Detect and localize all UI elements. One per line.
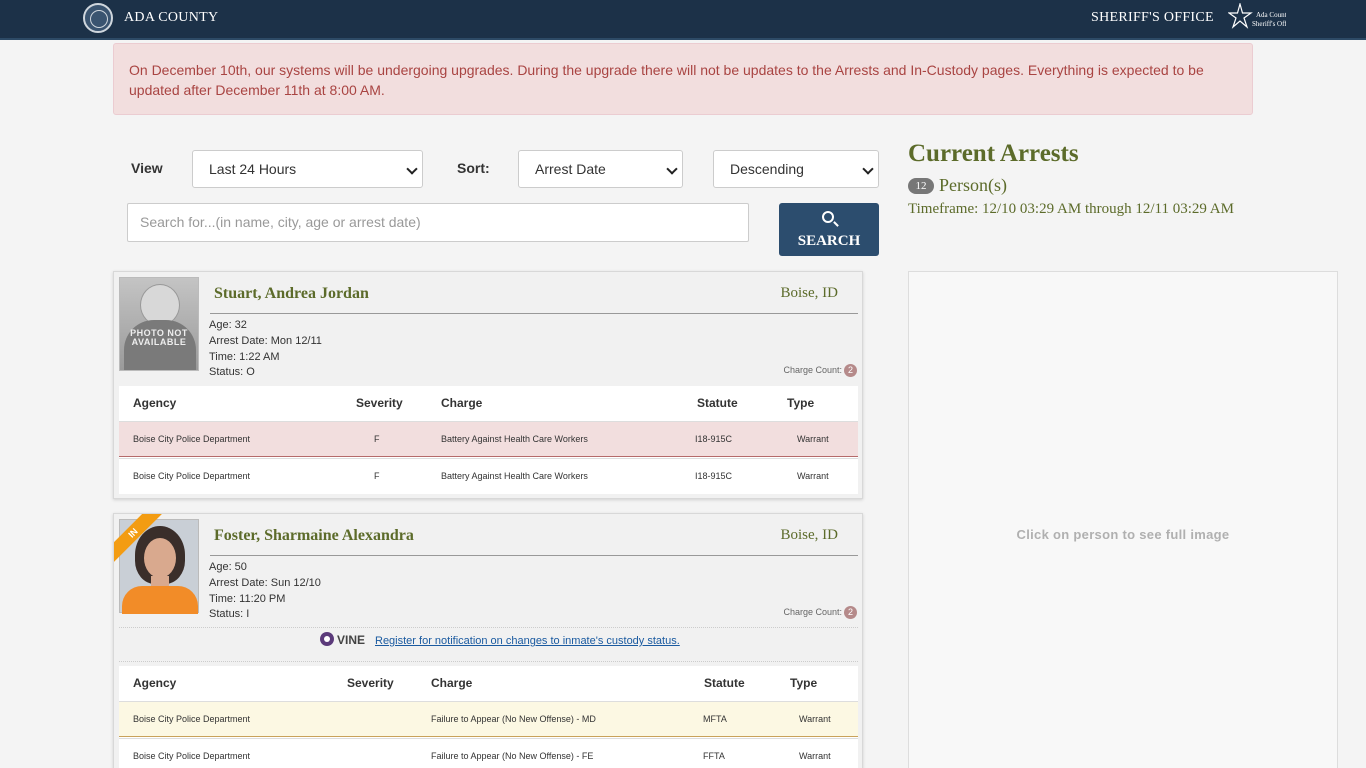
col-agency: Agency [133,676,177,690]
person-time: Time: 11:20 PM [209,593,286,605]
sheriff-star-logo-icon[interactable]: Ada County Sheriff's Office [1228,3,1286,33]
vine-register-link[interactable]: Register for notification on changes to … [375,635,680,647]
person-status: Status: O [209,366,255,378]
cell-type: Warrant [799,714,831,724]
col-severity: Severity [347,676,394,690]
chevron-down-icon [406,163,418,175]
sort-select-value: Arrest Date [535,161,606,177]
person-age: Age: 50 [209,561,247,573]
order-select[interactable]: Descending [713,150,879,188]
divider [119,627,858,628]
view-select-value: Last 24 Hours [209,161,297,177]
person-name: Stuart, Andrea Jordan [214,285,369,302]
vine-brand: VINE [337,633,366,647]
search-input[interactable]: Search for...(in name, city, age or arre… [127,203,749,242]
cell-agency: Boise City Police Department [133,751,251,761]
photo-not-available-image[interactable]: PHOTO NOT AVAILABLE [119,277,199,371]
table-row: Boise City Police Department F Battery A… [119,458,858,494]
view-select[interactable]: Last 24 Hours [192,150,423,188]
col-type: Type [790,676,818,690]
person-name: Foster, Sharmaine Alexandra [214,527,414,544]
col-charge: Charge [441,396,483,410]
divider [210,313,858,314]
person-arrest-date: Arrest Date: Sun 12/10 [209,577,321,589]
timeframe-text: Timeframe: 12/10 03:29 AM through 12/11 … [908,201,1234,217]
divider [210,555,858,556]
search-icon [822,211,834,223]
cell-agency: Boise City Police Department [133,471,251,481]
image-hint: Click on person to see full image [1016,527,1230,542]
ada-county-title[interactable]: ADA COUNTY [124,10,218,26]
person-time: Time: 1:22 AM [209,351,280,363]
charge-count: Charge Count: 2 [783,364,857,377]
svg-text:Sheriff's Office: Sheriff's Office [1252,20,1286,28]
current-arrests-title: Current Arrests [908,140,1079,167]
cell-statute: FFTA [703,751,725,761]
col-severity: Severity [356,396,403,410]
sheriffs-office-title[interactable]: SHERIFF'S OFFICE [1091,10,1214,26]
top-navbar: ADA COUNTY SHERIFF'S OFFICE Ada County S… [0,0,1366,40]
table-row: Boise City Police Department Failure to … [119,738,858,768]
charges-table: Agency Severity Charge Statute Type Bois… [119,386,858,494]
divider [119,661,858,662]
svg-text:Ada County: Ada County [1256,11,1286,19]
photo-placeholder-text: PHOTO NOT AVAILABLE [130,328,188,347]
chevron-down-icon [862,163,874,175]
charge-count-badge: 2 [844,364,857,377]
vine-logo-icon [320,632,334,646]
col-statute: Statute [697,396,738,410]
table-row: Boise City Police Department Failure to … [119,701,858,737]
cell-charge: Failure to Appear (No New Offense) - FE [431,751,594,761]
cell-statute: I18-915C [695,434,733,444]
charge-count-badge: 2 [844,606,857,619]
charge-count-label: Charge Count: [783,607,842,617]
sort-label: Sort: [457,160,490,176]
person-age: Age: 32 [209,319,247,331]
table-row: Boise City Police Department F Battery A… [119,421,858,457]
cell-charge: Battery Against Health Care Workers [441,434,588,444]
cell-charge: Battery Against Health Care Workers [441,471,588,481]
sort-select[interactable]: Arrest Date [518,150,683,188]
ada-county-seal-icon[interactable] [83,3,113,33]
cell-severity: F [374,434,380,444]
upgrade-alert: On December 10th, our systems will be un… [113,43,1253,115]
person-arrest-date: Arrest Date: Mon 12/11 [209,335,322,347]
person-card[interactable]: PHOTO NOT AVAILABLE Stuart, Andrea Jorda… [113,271,863,499]
cell-severity: F [374,471,380,481]
cell-statute: MFTA [703,714,727,724]
cell-type: Warrant [799,751,831,761]
cell-agency: Boise City Police Department [133,434,251,444]
person-city: Boise, ID [780,527,839,543]
col-type: Type [787,396,815,410]
charges-table: Agency Severity Charge Statute Type Bois… [119,666,858,768]
chevron-down-icon [666,163,678,175]
search-button-label: SEARCH [797,233,861,249]
cell-type: Warrant [797,434,829,444]
search-button[interactable]: SEARCH [779,203,879,256]
person-card[interactable]: IN Foster, Sharmaine Alexandra Boise, ID… [113,513,863,768]
cell-agency: Boise City Police Department [133,714,251,724]
person-count-label: Person(s) [939,175,1007,195]
order-select-value: Descending [730,161,804,177]
col-statute: Statute [704,676,745,690]
person-status: Status: I [209,608,250,620]
cell-statute: I18-915C [695,471,733,481]
charge-count: Charge Count: 2 [783,606,857,619]
person-count-badge: 12 [908,178,934,194]
cell-type: Warrant [797,471,829,481]
col-agency: Agency [133,396,177,410]
view-label: View [131,160,163,176]
cell-charge: Failure to Appear (No New Offense) - MD [431,714,596,724]
person-city: Boise, ID [780,285,839,301]
col-charge: Charge [431,676,473,690]
full-image-panel: Click on person to see full image [908,271,1338,768]
charge-count-label: Charge Count: [783,365,842,375]
